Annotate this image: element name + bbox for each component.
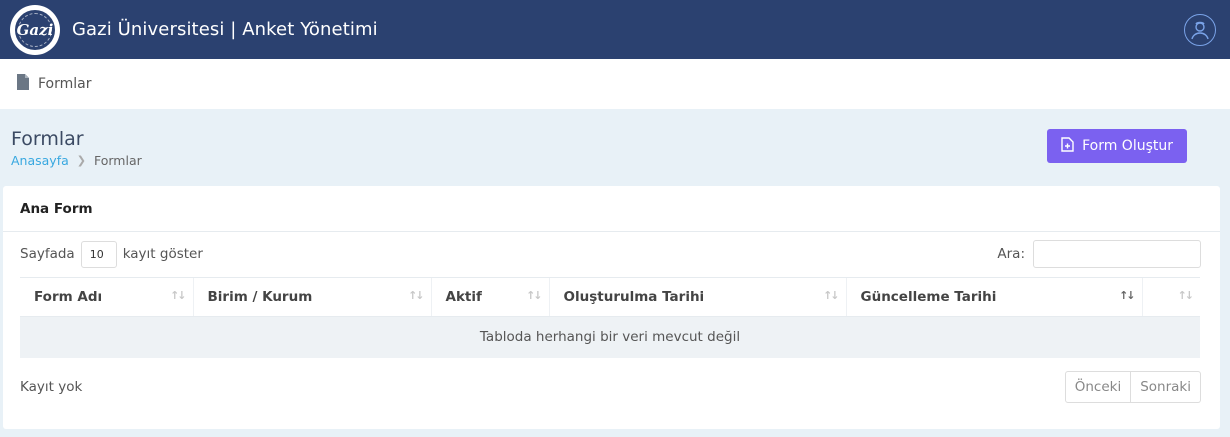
card-title: Ana Form (3, 186, 1220, 232)
sort-icon: ↑↓ (526, 289, 543, 302)
sort-icon: ↑↓ (1177, 289, 1195, 302)
column-header-unit[interactable]: Birim / Kurum ↑↓ (192, 277, 431, 317)
create-form-label: Form Oluştur (1082, 138, 1173, 154)
table-footer: Kayıt yok Önceki Sonraki (3, 358, 1220, 416)
pagination: Önceki Sonraki (1064, 370, 1201, 403)
sort-icon: ↑↓ (408, 289, 425, 302)
brand[interactable]: Gazi Gazi Üniversitesi | Anket Yönetimi (10, 4, 378, 55)
forms-table: Form Adı ↑↓ Birim / Kurum ↑↓ Aktif ↑↓ Ol… (20, 277, 1200, 358)
breadcrumb-home-link[interactable]: Anasayfa (11, 153, 69, 168)
column-header-form-name[interactable]: Form Adı ↑↓ (20, 277, 193, 317)
page-header: Formlar Anasayfa ❯ Formlar Form Oluştur (0, 109, 1230, 185)
subbar-forms-link[interactable]: Formlar (38, 76, 92, 92)
empty-table-message: Tabloda herhangi bir veri mevcut değil (20, 316, 1200, 358)
sort-icon: ↑↓ (823, 289, 840, 302)
length-prefix: Sayfada (20, 246, 75, 262)
column-header-active[interactable]: Aktif ↑↓ (430, 277, 549, 317)
chevron-right-icon: ❯ (76, 154, 86, 167)
app-title: Gazi Üniversitesi | Anket Yönetimi (72, 19, 378, 40)
next-page-button[interactable]: Sonraki (1131, 370, 1201, 403)
search-input[interactable] (1033, 240, 1201, 268)
length-suffix: kayıt göster (122, 246, 203, 262)
sort-icon: ↑↓ (170, 289, 187, 302)
search-control: Ara: (997, 240, 1201, 268)
user-avatar-icon[interactable] (1184, 13, 1216, 46)
page-title: Formlar (11, 128, 84, 150)
previous-page-button[interactable]: Önceki (1064, 370, 1132, 403)
create-form-button[interactable]: Form Oluştur (1047, 129, 1187, 163)
document-icon (16, 74, 30, 94)
breadcrumb-current: Formlar (93, 153, 142, 168)
table-controls: Sayfada 10 kayıt göster Ara: (3, 235, 1220, 273)
search-label: Ara: (997, 246, 1025, 262)
university-seal-icon: Gazi (10, 4, 60, 55)
breadcrumb: Anasayfa ❯ Formlar (11, 153, 142, 168)
forms-card: Ana Form Sayfada 10 kayıt göster Ara: Fo… (3, 186, 1220, 429)
page-length-select[interactable]: 10 (80, 240, 117, 268)
page-length-control: Sayfada 10 kayıt göster (20, 240, 203, 268)
top-navbar: Gazi Gazi Üniversitesi | Anket Yönetimi (0, 0, 1230, 59)
column-header-actions[interactable]: ↑↓ (1141, 277, 1200, 317)
sub-navbar: Formlar (0, 59, 1230, 109)
column-header-created-date[interactable]: Oluşturulma Tarihi ↑↓ (548, 277, 846, 317)
table-row: Tabloda herhangi bir veri mevcut değil (20, 316, 1200, 358)
sort-desc-icon: ↑↓ (1119, 289, 1136, 302)
table-info: Kayıt yok (20, 378, 83, 395)
file-plus-icon (1061, 136, 1074, 156)
column-header-updated-date[interactable]: Güncelleme Tarihi ↑↓ (845, 277, 1142, 317)
